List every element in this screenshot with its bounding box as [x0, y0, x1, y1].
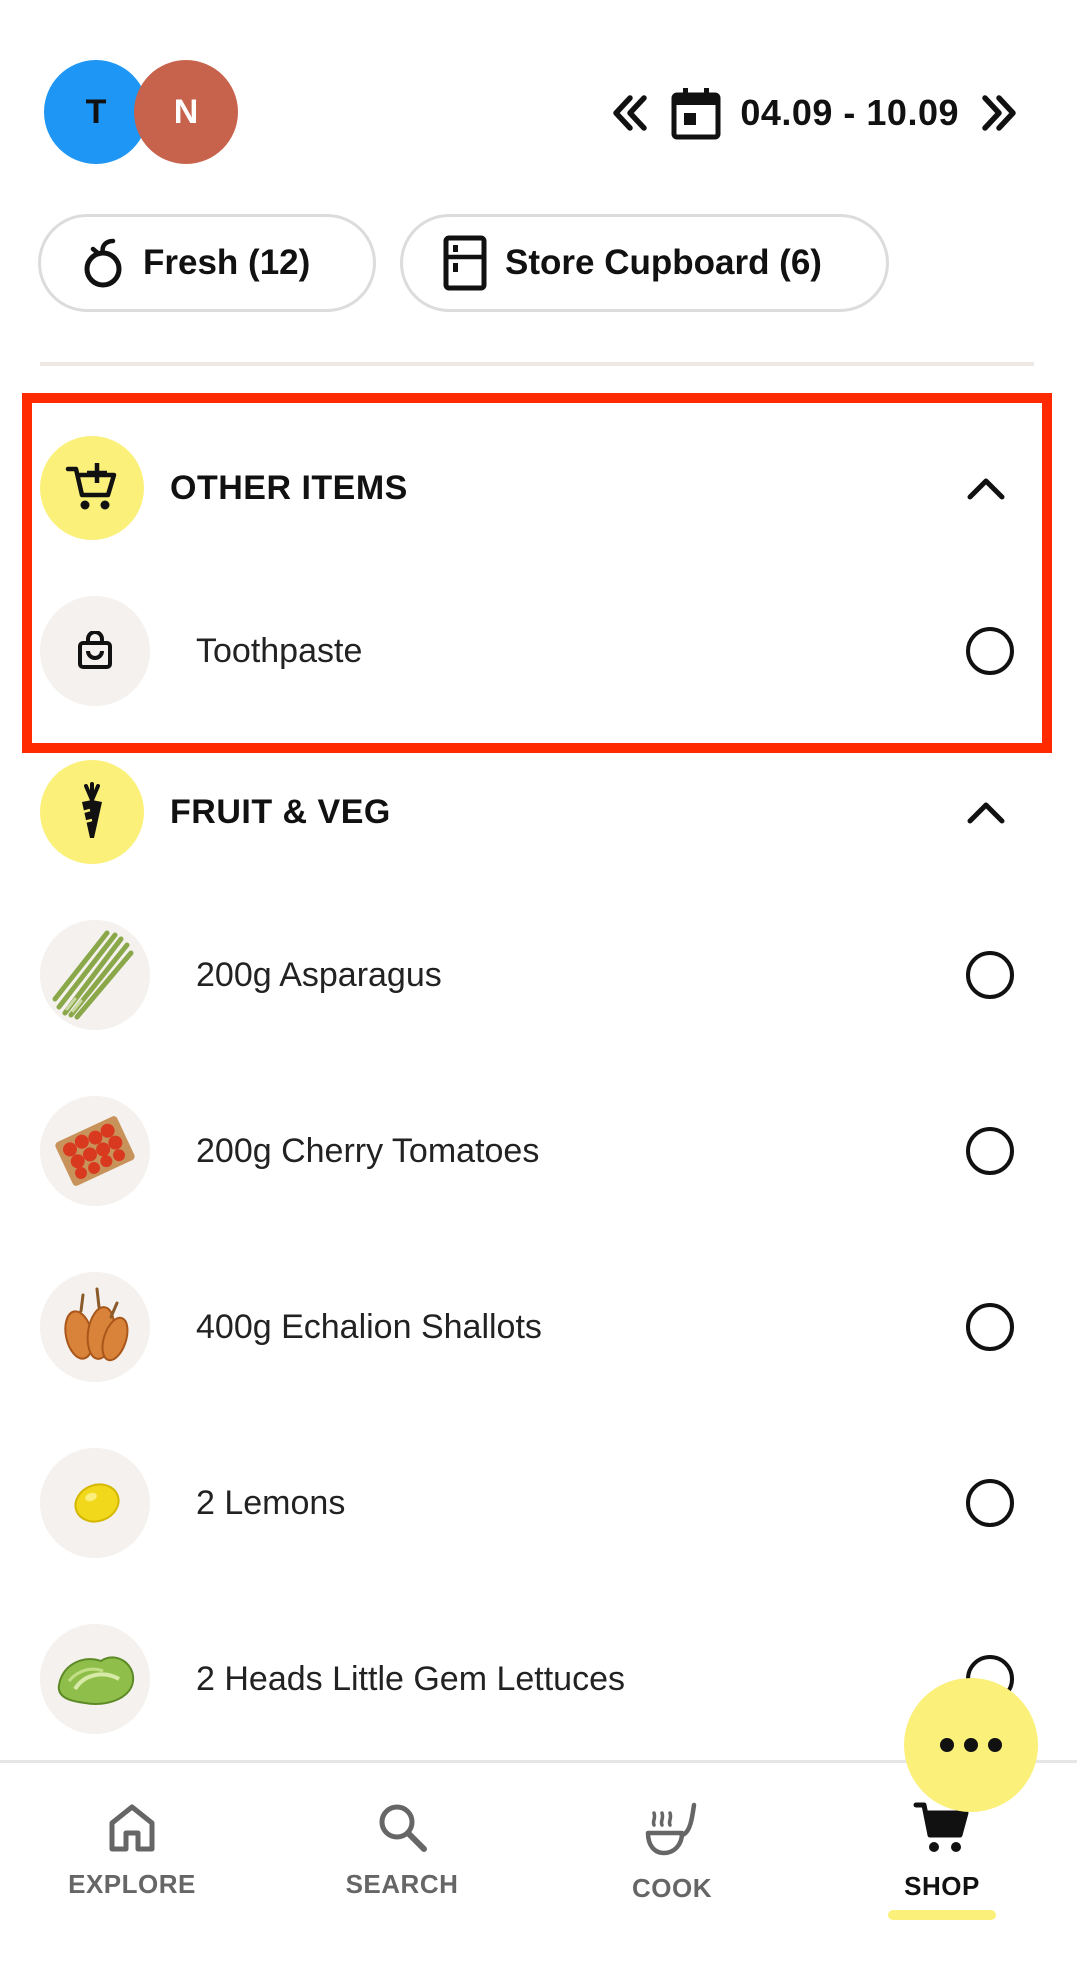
apple-icon: [84, 238, 122, 288]
date-navigator: 04.09 - 10.09: [606, 78, 1023, 148]
item-label: 2 Heads Little Gem Lettuces: [196, 1659, 626, 1698]
calendar-icon: [671, 88, 721, 140]
item-label: 2 Lemons: [196, 1483, 346, 1522]
item-checkbox[interactable]: [966, 627, 1014, 675]
nav-search[interactable]: SEARCH: [302, 1799, 502, 1929]
dot-icon: [988, 1738, 1002, 1752]
item-label: 200g Cherry Tomatoes: [196, 1131, 540, 1170]
carrot-icon: [82, 782, 102, 838]
calendar-button[interactable]: [670, 85, 722, 141]
avatar-n[interactable]: N: [134, 60, 238, 164]
asparagus-image: [40, 920, 150, 1030]
active-indicator: [888, 1910, 996, 1920]
cook-icon: [645, 1802, 697, 1856]
collapse-button[interactable]: [966, 799, 1006, 825]
double-chevron-right-icon: [982, 95, 1016, 131]
home-icon: [109, 1804, 155, 1852]
nav-cook[interactable]: COOK: [572, 1799, 772, 1929]
item-thumb: [40, 596, 150, 706]
shallots-image: [40, 1272, 150, 1382]
avatar-t[interactable]: T: [44, 60, 148, 164]
cart-plus-icon: [65, 463, 117, 510]
bottom-navigation: EXPLORE SEARCH COOK SHOP: [0, 1760, 1077, 1978]
item-checkbox[interactable]: [966, 1479, 1014, 1527]
section-icon-fruit-veg: [40, 760, 144, 864]
section-title: FRUIT & VEG: [170, 792, 391, 831]
item-checkbox[interactable]: [966, 951, 1014, 999]
filter-store-cupboard[interactable]: Store Cupboard (6): [400, 214, 889, 312]
cherry-tomatoes-image: [40, 1096, 150, 1206]
item-checkbox[interactable]: [966, 1303, 1014, 1351]
list-item[interactable]: 200g Asparagus: [40, 920, 1034, 1030]
next-week-button[interactable]: [977, 90, 1023, 136]
list-item[interactable]: 2 Lemons: [40, 1448, 1034, 1558]
search-icon: [379, 1804, 427, 1852]
chevron-up-icon: [967, 478, 1005, 500]
lettuce-image: [40, 1624, 150, 1734]
list-item[interactable]: 2 Heads Little Gem Lettuces: [40, 1624, 1034, 1734]
section-title: OTHER ITEMS: [170, 468, 408, 507]
list-item[interactable]: 200g Cherry Tomatoes: [40, 1096, 1034, 1206]
bag-icon: [78, 631, 112, 669]
item-label: 400g Echalion Shallots: [196, 1307, 542, 1346]
section-icon-other-items: [40, 436, 144, 540]
section-other-items[interactable]: OTHER ITEMS: [40, 436, 1030, 540]
item-checkbox[interactable]: [966, 1127, 1014, 1175]
filter-fresh[interactable]: Fresh (12): [38, 214, 376, 312]
avatar-group[interactable]: T N: [44, 60, 244, 164]
nav-explore[interactable]: EXPLORE: [32, 1799, 232, 1929]
section-fruit-veg[interactable]: FRUIT & VEG: [40, 760, 1030, 864]
date-range: 04.09 - 10.09: [740, 92, 959, 133]
dot-icon: [964, 1738, 978, 1752]
divider: [40, 362, 1034, 366]
double-chevron-left-icon: [613, 95, 648, 131]
item-label: 200g Asparagus: [196, 955, 442, 994]
item-label: Toothpaste: [196, 631, 363, 670]
list-item[interactable]: Toothpaste: [40, 596, 1034, 706]
list-item[interactable]: 400g Echalion Shallots: [40, 1272, 1034, 1382]
dot-icon: [940, 1738, 954, 1752]
collapse-button[interactable]: [966, 475, 1006, 501]
chevron-up-icon: [967, 802, 1005, 824]
lemons-image: [40, 1448, 150, 1558]
previous-week-button[interactable]: [606, 90, 652, 136]
more-options-button[interactable]: [904, 1678, 1038, 1812]
cupboard-icon: [443, 235, 487, 291]
nav-shop[interactable]: SHOP: [842, 1799, 1042, 1929]
